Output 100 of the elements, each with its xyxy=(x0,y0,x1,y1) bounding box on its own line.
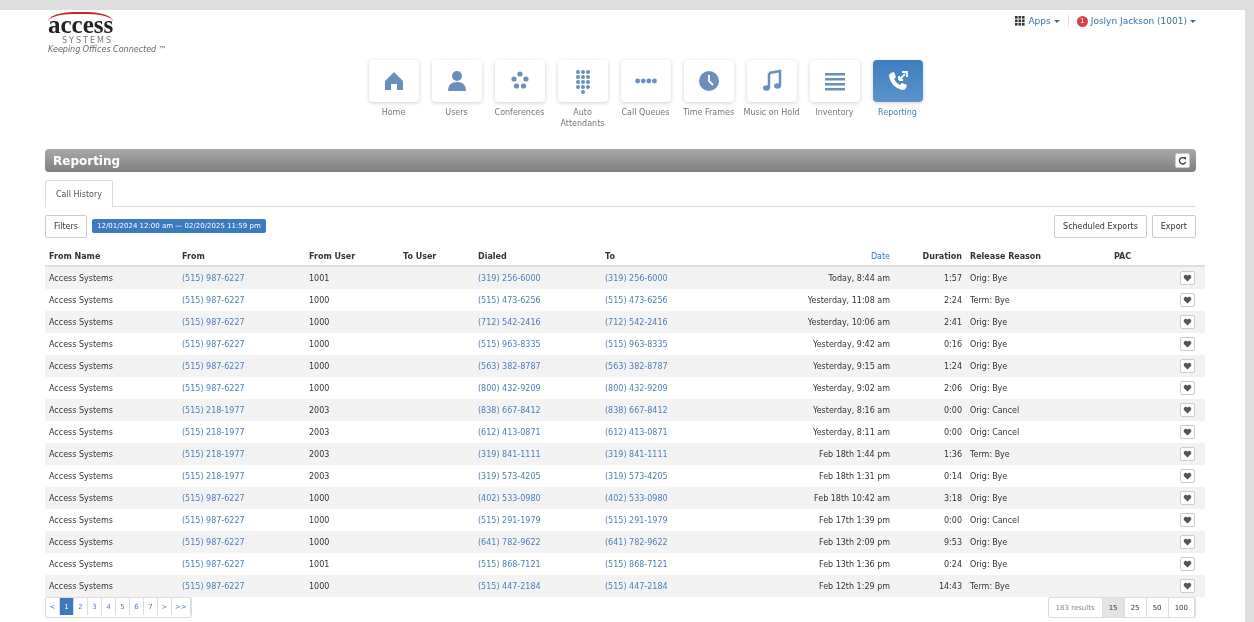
table-cell[interactable]: (319) 841-1111 xyxy=(601,443,751,465)
table-cell: Orig: Bye xyxy=(966,311,1075,333)
caret-icon xyxy=(1053,19,1060,23)
table-cell[interactable]: (515) 447-2184 xyxy=(474,575,601,597)
row-action-button[interactable] xyxy=(1180,425,1195,439)
logo-wordmark: access xyxy=(48,12,114,36)
table-cell: 1:24 xyxy=(894,355,966,377)
table-cell[interactable]: (515) 987-6227 xyxy=(178,333,305,355)
row-action-button[interactable] xyxy=(1180,315,1195,329)
filters-button[interactable]: Filters xyxy=(45,214,87,238)
table-cell: Orig: Cancel xyxy=(966,509,1075,531)
refresh-button[interactable] xyxy=(1175,153,1190,169)
table-cell[interactable]: (712) 542-2416 xyxy=(474,311,601,333)
row-action-button[interactable] xyxy=(1180,557,1195,571)
table-cell[interactable]: (515) 447-2184 xyxy=(601,575,751,597)
tab[interactable]: Call History xyxy=(45,180,113,208)
table-cell[interactable]: (563) 382-8787 xyxy=(474,355,601,377)
table-cell: Access Systems xyxy=(45,443,178,465)
table-cell[interactable]: (515) 868-7121 xyxy=(601,553,751,575)
table-cell: Yesterday, 9:42 am xyxy=(751,333,894,355)
nav-item[interactable]: Conferences xyxy=(494,59,545,149)
table-cell[interactable]: (800) 432-9209 xyxy=(601,377,751,399)
row-action-button[interactable] xyxy=(1180,535,1195,549)
row-action-button[interactable] xyxy=(1180,359,1195,373)
table-cell: Orig: Cancel xyxy=(966,399,1075,421)
table-cell[interactable]: (515) 291-1979 xyxy=(474,509,601,531)
nav-item[interactable]: Time Frames xyxy=(683,59,734,149)
row-action-button[interactable] xyxy=(1180,469,1195,483)
table-cell[interactable]: (800) 432-9209 xyxy=(474,377,601,399)
table-cell[interactable]: (515) 218-1977 xyxy=(178,443,305,465)
table-cell[interactable]: (319) 573-4205 xyxy=(474,465,601,487)
table-cell: Term: Bye xyxy=(966,443,1075,465)
column-header: Dialed xyxy=(474,247,601,266)
table-cell: 1000 xyxy=(305,311,399,333)
table-cell[interactable]: (515) 291-1979 xyxy=(601,509,751,531)
table-cell: Yesterday, 9:15 am xyxy=(751,355,894,377)
table-cell[interactable]: (319) 256-6000 xyxy=(474,266,601,289)
table-cell[interactable]: (402) 533-0980 xyxy=(601,487,751,509)
table-cell[interactable]: (712) 542-2416 xyxy=(601,311,751,333)
table-cell[interactable]: (515) 963-8335 xyxy=(601,333,751,355)
row-action-button[interactable] xyxy=(1180,579,1195,593)
row-action-button[interactable] xyxy=(1180,491,1195,505)
row-action-button[interactable] xyxy=(1180,513,1195,527)
table-cell[interactable]: (641) 782-9622 xyxy=(474,531,601,553)
table-cell: Access Systems xyxy=(45,399,178,421)
nav-item[interactable]: Call Queues xyxy=(620,59,671,149)
table-cell[interactable]: (515) 987-6227 xyxy=(178,311,305,333)
row-action-button[interactable] xyxy=(1180,271,1195,285)
nav-item[interactable]: Auto Attendants xyxy=(557,59,608,149)
table-cell[interactable]: (838) 667-8412 xyxy=(474,399,601,421)
table-cell: Feb 12th 1:29 pm xyxy=(751,575,894,597)
table-cell[interactable]: (563) 382-8787 xyxy=(601,355,751,377)
table-cell[interactable]: (515) 987-6227 xyxy=(178,509,305,531)
table-cell[interactable]: (319) 841-1111 xyxy=(474,443,601,465)
table-cell[interactable]: (515) 987-6227 xyxy=(178,355,305,377)
table-cell: Yesterday, 10:06 am xyxy=(751,311,894,333)
table-cell[interactable]: (515) 473-6256 xyxy=(601,289,751,311)
table-cell[interactable]: (515) 218-1977 xyxy=(178,465,305,487)
table-cell[interactable]: (515) 473-6256 xyxy=(474,289,601,311)
column-header: From Name xyxy=(45,247,178,266)
caret-icon xyxy=(1190,19,1196,23)
table-cell: Access Systems xyxy=(45,289,178,311)
table-cell: Feb 13th 1:36 pm xyxy=(751,553,894,575)
table-cell[interactable]: (319) 256-6000 xyxy=(601,266,751,289)
table-cell: Access Systems xyxy=(45,333,178,355)
table-cell[interactable]: (515) 218-1977 xyxy=(178,421,305,443)
table-cell[interactable]: (612) 413-0871 xyxy=(474,421,601,443)
table-cell: 1:57 xyxy=(894,266,966,289)
table-cell[interactable]: (515) 987-6227 xyxy=(178,531,305,553)
table-cell[interactable]: (515) 963-8335 xyxy=(474,333,601,355)
row-action-button[interactable] xyxy=(1180,381,1195,395)
nav-item[interactable]: Reporting xyxy=(872,59,923,149)
table-cell[interactable]: (612) 413-0871 xyxy=(601,421,751,443)
export-button[interactable]: Export xyxy=(1151,214,1196,238)
table-cell[interactable]: (515) 987-6227 xyxy=(178,377,305,399)
table-cell[interactable]: (515) 868-7121 xyxy=(474,553,601,575)
column-header: From User xyxy=(305,247,399,266)
table-cell[interactable]: (515) 987-6227 xyxy=(178,553,305,575)
heart-icon xyxy=(1183,384,1192,392)
table-cell[interactable]: (515) 987-6227 xyxy=(178,487,305,509)
table-cell[interactable]: (641) 782-9622 xyxy=(601,531,751,553)
table-cell[interactable]: (319) 573-4205 xyxy=(601,465,751,487)
nav-item[interactable]: Home xyxy=(368,59,419,149)
column-header[interactable]: Date xyxy=(751,247,894,266)
heart-icon xyxy=(1183,538,1192,546)
nav-item[interactable]: Inventory xyxy=(809,59,860,149)
row-action-button[interactable] xyxy=(1180,293,1195,307)
apps-menu[interactable]: Apps xyxy=(1015,16,1060,26)
table-cell[interactable]: (838) 667-8412 xyxy=(601,399,751,421)
table-cell[interactable]: (515) 987-6227 xyxy=(178,289,305,311)
row-action-button[interactable] xyxy=(1180,447,1195,461)
row-action-button[interactable] xyxy=(1180,403,1195,417)
row-action-button[interactable] xyxy=(1180,337,1195,351)
nav-item[interactable]: Users xyxy=(431,59,482,149)
export-button[interactable]: Scheduled Exports xyxy=(1054,214,1147,238)
table-cell[interactable]: (515) 987-6227 xyxy=(178,266,305,289)
table-cell[interactable]: (402) 533-0980 xyxy=(474,487,601,509)
table-cell[interactable]: (515) 987-6227 xyxy=(178,575,305,597)
nav-item[interactable]: Music on Hold xyxy=(746,59,797,149)
table-cell[interactable]: (515) 218-1977 xyxy=(178,399,305,421)
